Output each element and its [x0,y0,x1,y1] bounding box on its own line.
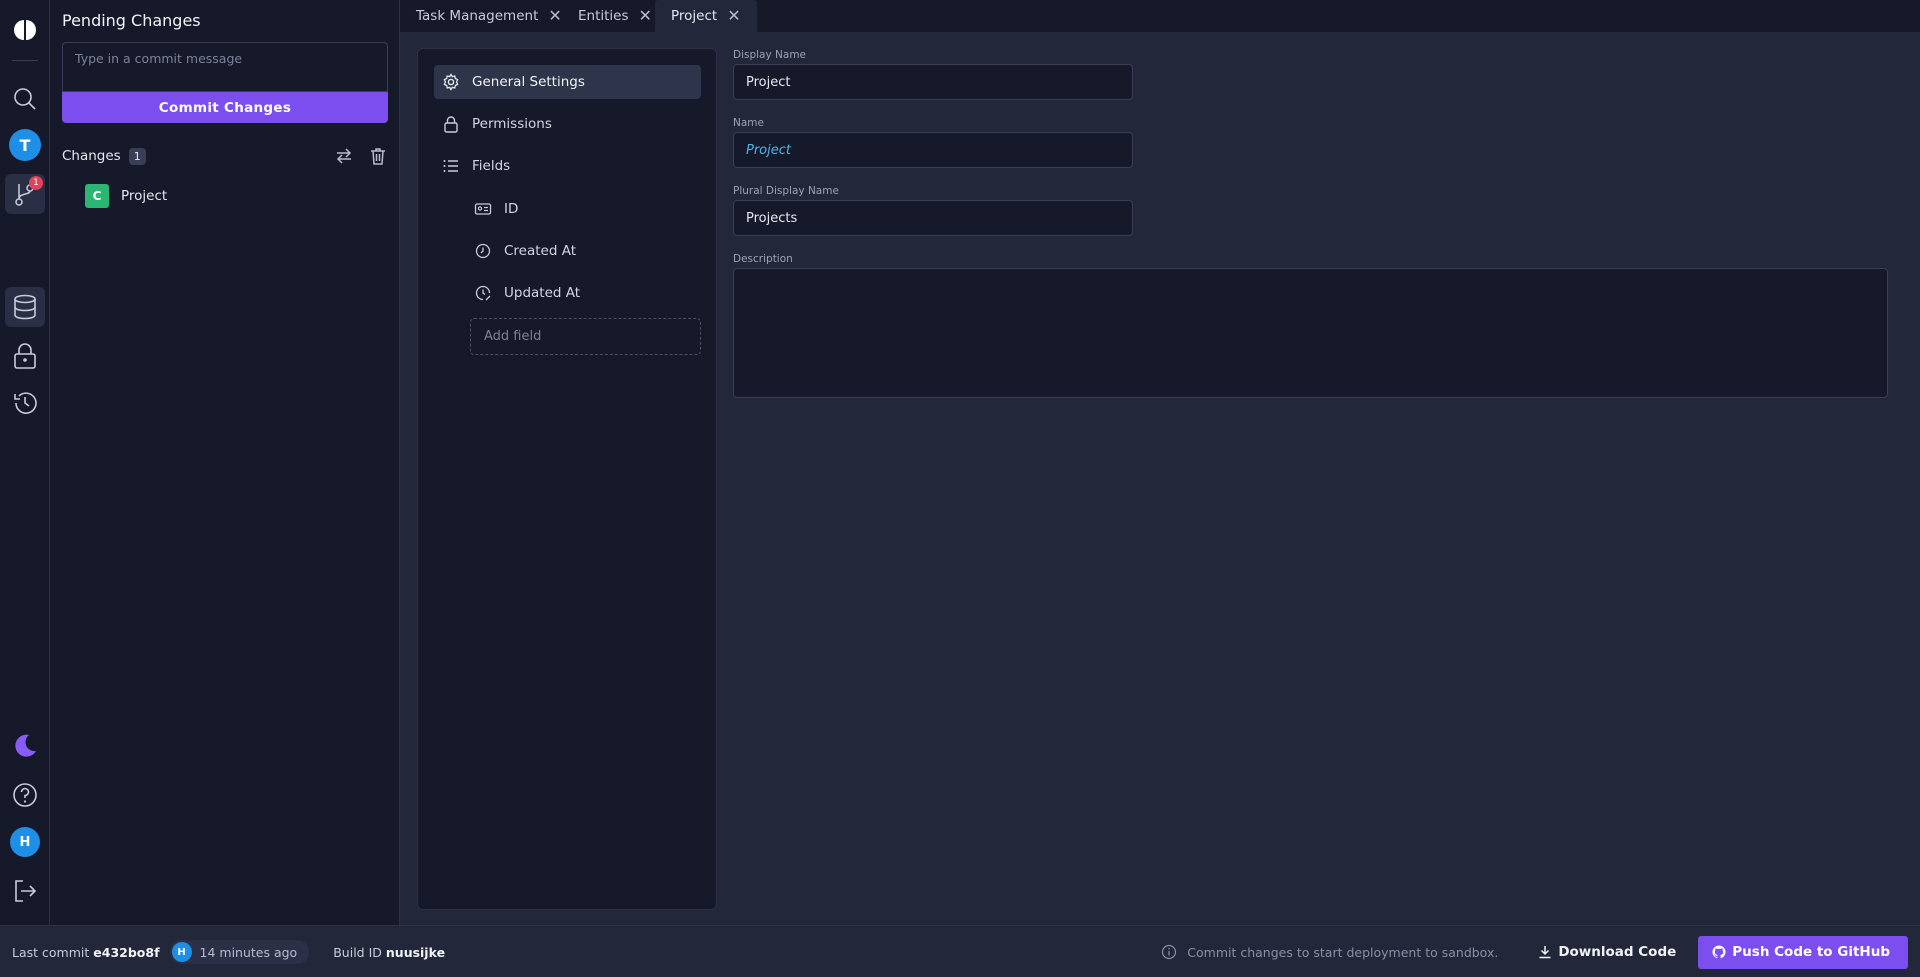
help-icon [13,783,37,807]
deployment-hint-text: Commit changes to start deployment to sa… [1187,944,1499,960]
tab-label: Task Management [416,8,539,24]
changes-header: Changes 1 [62,146,388,166]
download-code-button[interactable]: Download Code [1530,944,1684,960]
field-item-id[interactable]: ID [474,194,518,224]
clock-icon [475,243,491,259]
commit-message-placeholder: Type in a commit message [75,51,243,66]
search-button[interactable] [5,79,45,119]
tab-task-management[interactable]: Task Management ✕ [400,0,578,32]
commit-hash[interactable]: e432bo8f [93,945,159,960]
lock-icon [14,343,36,369]
change-item-project[interactable]: C Project [85,184,167,208]
tab-entities[interactable]: Entities ✕ [562,0,668,32]
deployment-hint: Commit changes to start deployment to sa… [1161,944,1498,960]
add-field-button[interactable]: Add field [470,318,701,355]
tab-label: Project [671,8,718,24]
clock-edit-icon [475,285,491,301]
description-label: Description [733,253,793,265]
history-button[interactable] [5,383,45,423]
created-tag: C [85,184,109,208]
app-logo[interactable] [5,10,45,50]
theme-toggle[interactable] [5,725,45,765]
swap-icon[interactable] [334,146,354,166]
logo-icon [14,20,36,40]
entity-nav-card: General Settings Permissions Fields ID C… [417,48,717,910]
commit-time: 14 minutes ago [199,944,298,960]
field-label: ID [504,201,519,217]
nav-label: General Settings [472,74,585,90]
close-icon[interactable]: ✕ [727,8,740,24]
tab-bar: Task Management ✕ Entities ✕ Project ✕ [400,0,1920,32]
field-item-created-at[interactable]: Created At [474,236,576,266]
name-value: Project [746,142,791,158]
profile-avatar: H [10,827,40,857]
status-actions: Commit changes to start deployment to sa… [1161,926,1908,977]
field-label: Created At [504,243,577,259]
display-name-value: Project [746,74,791,90]
plural-display-name-value: Projects [746,210,798,226]
status-bar: Last commit e432bo8f H 14 minutes ago Bu… [0,925,1920,977]
history-icon [14,392,37,414]
name-field[interactable]: Project [733,132,1133,168]
build-id-label: Build ID [333,944,382,960]
commit-message-input[interactable]: Type in a commit message [62,42,388,92]
download-icon [1539,946,1551,959]
commit-time-pill: H 14 minutes ago [169,940,310,964]
change-item-name: Project [121,188,168,204]
lock-icon [444,116,458,133]
changes-count: 1 [128,147,146,165]
close-icon[interactable]: ✕ [548,8,561,24]
moon-icon [15,734,36,757]
list-icon [443,160,458,172]
gear-icon [443,73,459,91]
logout-button[interactable] [5,871,45,911]
github-icon [1712,945,1726,959]
description-field[interactable] [733,268,1888,398]
logout-icon [15,880,37,902]
roles-button[interactable] [5,336,45,376]
workspace-avatar: T [9,129,41,161]
commit-info: Last commit e432bo8f H 14 minutes ago Bu… [12,926,445,977]
commit-changes-button[interactable]: Commit Changes [62,92,388,123]
trash-icon[interactable] [368,146,388,166]
pending-changes-title: Pending Changes [62,11,201,30]
pending-changes-button[interactable]: 1 [5,174,45,214]
search-icon [14,88,36,110]
nav-label: Fields [472,158,511,174]
last-commit-label: Last commit [12,944,90,960]
rail-divider [12,60,38,61]
field-label: Updated At [504,285,581,301]
push-to-github-label: Push Code to GitHub [1732,944,1890,960]
nav-permissions[interactable]: Permissions [434,107,701,141]
field-item-updated-at[interactable]: Updated At [474,278,580,308]
plural-display-name-field[interactable]: Projects [733,200,1133,236]
nav-label: Permissions [472,116,552,132]
display-name-field[interactable]: Project [733,64,1133,100]
entities-button[interactable] [5,287,45,327]
plural-display-name-label: Plural Display Name [733,185,839,197]
name-label: Name [733,117,764,129]
database-icon [14,294,36,320]
pending-count-badge: 1 [29,176,43,190]
tab-project[interactable]: Project ✕ [655,0,757,32]
id-card-icon [474,203,492,215]
nav-fields[interactable]: Fields [434,149,701,183]
download-code-label: Download Code [1558,944,1677,960]
workspace-button[interactable]: T [5,125,45,165]
nav-general-settings[interactable]: General Settings [434,65,701,99]
pending-changes-panel: Pending Changes Type in a commit message… [50,0,400,925]
close-icon[interactable]: ✕ [639,8,652,24]
build-id[interactable]: nuusijke [386,945,445,960]
profile-button[interactable]: H [5,822,45,862]
info-icon [1162,944,1177,960]
help-button[interactable] [5,775,45,815]
changes-label: Changes [62,148,121,164]
changes-actions [334,146,388,166]
left-rail: T 1 H [0,0,50,925]
author-avatar: H [171,942,192,962]
tab-label: Entities [578,8,629,24]
push-to-github-button[interactable]: Push Code to GitHub [1698,935,1908,969]
display-name-label: Display Name [733,49,807,61]
